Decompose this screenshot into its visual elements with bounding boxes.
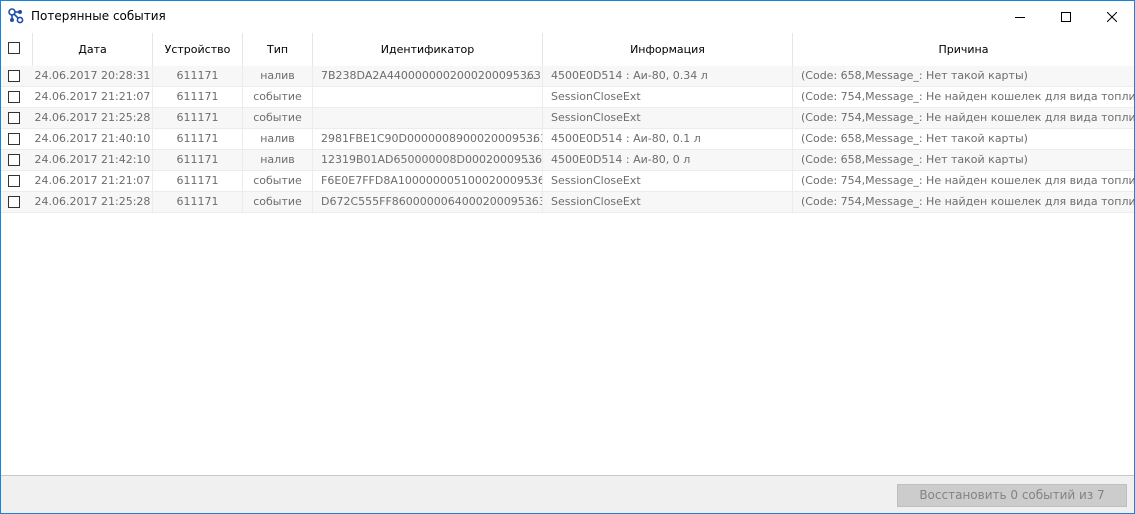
cell-reason: (Code: 754,Message_: Не найден кошелек д… — [801, 90, 1134, 103]
column-header-device[interactable]: Устройство — [153, 33, 243, 66]
close-button[interactable] — [1089, 1, 1134, 32]
cell-type: событие — [243, 108, 313, 128]
window-title: Потерянные события — [31, 9, 166, 23]
column-header-type[interactable]: Тип — [243, 33, 313, 66]
cell-reason: (Code: 754,Message_: Не найден кошелек д… — [801, 195, 1134, 208]
cell-id: F6E0E7FFD8A1000000051000200095363... — [313, 171, 543, 191]
footer-bar: Восстановить 0 событий из 7 — [1, 475, 1134, 513]
cell-id-text: 12319B01AD650000008D000200095363 — [321, 153, 543, 166]
table-row[interactable]: 24.06.2017 21:25:28 611171 событие D672C… — [1, 192, 1134, 213]
cell-date: 24.06.2017 20:28:31 — [33, 66, 153, 86]
cell-id — [313, 108, 543, 128]
cell-date: 24.06.2017 21:42:10 — [33, 150, 153, 170]
cell-date: 24.06.2017 21:25:28 — [33, 192, 153, 212]
cell-date: 24.06.2017 21:40:10 — [33, 129, 153, 149]
cell-device: 611171 — [153, 108, 243, 128]
cell-date: 24.06.2017 21:25:28 — [33, 108, 153, 128]
cell-device: 611171 — [153, 87, 243, 107]
row-checkbox[interactable] — [8, 154, 20, 166]
cell-id — [313, 87, 543, 107]
cell-reason: (Code: 754,Message_: Не найден кошелек д… — [801, 111, 1134, 124]
cell-reason: (Code: 658,Message_: Нет такой карты) — [801, 69, 1028, 82]
cell-id: 12319B01AD650000008D000200095363... — [313, 150, 543, 170]
restore-events-button[interactable]: Восстановить 0 событий из 7 — [897, 484, 1127, 507]
cell-type: событие — [243, 171, 313, 191]
events-grid: Дата Устройство Тип Идентификатор Информ… — [1, 33, 1134, 475]
cell-id-ellipsis: ... — [525, 153, 537, 166]
column-header-info[interactable]: Информация — [543, 33, 793, 66]
minimize-button[interactable] — [997, 1, 1043, 32]
table-row[interactable]: 24.06.2017 21:42:10 611171 налив 12319B0… — [1, 150, 1134, 171]
cell-info: SessionCloseExt — [543, 108, 793, 128]
column-header-reason[interactable]: Причина — [793, 33, 1134, 66]
cell-id: 7B238DA2A4400000002000200095363... — [313, 66, 543, 86]
cell-type: событие — [243, 87, 313, 107]
cell-type: событие — [243, 192, 313, 212]
table-row[interactable]: 24.06.2017 20:28:31 611171 налив 7B238DA… — [1, 66, 1134, 87]
cell-info: 4500E0D514 : Аи-80, 0.1 л — [543, 129, 793, 149]
cell-id-text: F6E0E7FFD8A1000000051000200095363 — [321, 174, 543, 187]
cell-info: SessionCloseExt — [543, 171, 793, 191]
cell-device: 611171 — [153, 192, 243, 212]
close-icon — [1107, 11, 1117, 22]
cell-info: 4500E0D514 : Аи-80, 0.34 л — [543, 66, 793, 86]
column-header-id[interactable]: Идентификатор — [313, 33, 543, 66]
cell-id: 2981FBE1C90D00000089000200095363... — [313, 129, 543, 149]
cell-device: 611171 — [153, 171, 243, 191]
lost-events-window: Потерянные события Дата Устройство Тип И… — [0, 0, 1135, 514]
cell-device: 611171 — [153, 150, 243, 170]
cell-id-ellipsis: ... — [525, 132, 537, 145]
column-header-date[interactable]: Дата — [33, 33, 153, 66]
cell-type: налив — [243, 129, 313, 149]
table-row[interactable]: 24.06.2017 21:40:10 611171 налив 2981FBE… — [1, 129, 1134, 150]
network-nodes-icon — [8, 8, 24, 24]
row-checkbox[interactable] — [8, 133, 20, 145]
row-checkbox[interactable] — [8, 175, 20, 187]
select-all-checkbox[interactable] — [8, 42, 20, 54]
cell-device: 611171 — [153, 129, 243, 149]
row-checkbox[interactable] — [8, 112, 20, 124]
cell-id-text: 7B238DA2A4400000002000200095363 — [321, 69, 541, 82]
cell-date: 24.06.2017 21:21:07 — [33, 171, 153, 191]
cell-id: D672C555FF8600000064000200095363... — [313, 192, 543, 212]
row-checkbox[interactable] — [8, 196, 20, 208]
cell-id-ellipsis: ... — [525, 195, 537, 208]
cell-type: налив — [243, 150, 313, 170]
cell-id-ellipsis: ... — [525, 69, 537, 82]
row-checkbox[interactable] — [8, 91, 20, 103]
minimize-icon — [1015, 16, 1025, 18]
cell-reason: (Code: 658,Message_: Нет такой карты) — [801, 132, 1028, 145]
table-row[interactable]: 24.06.2017 21:21:07 611171 событие F6E0E… — [1, 171, 1134, 192]
cell-date: 24.06.2017 21:21:07 — [33, 87, 153, 107]
cell-info: SessionCloseExt — [543, 87, 793, 107]
cell-type: налив — [243, 66, 313, 86]
select-all-cell — [1, 33, 33, 66]
cell-id-ellipsis: ... — [525, 174, 537, 187]
grid-header: Дата Устройство Тип Идентификатор Информ… — [1, 33, 1134, 67]
table-row[interactable]: 24.06.2017 21:21:07 611171 событие Sessi… — [1, 87, 1134, 108]
maximize-icon — [1061, 11, 1071, 22]
cell-reason: (Code: 658,Message_: Нет такой карты) — [801, 153, 1028, 166]
row-checkbox[interactable] — [8, 70, 20, 82]
cell-info: 4500E0D514 : Аи-80, 0 л — [543, 150, 793, 170]
cell-id-text: D672C555FF8600000064000200095363 — [321, 195, 543, 208]
cell-device: 611171 — [153, 66, 243, 86]
title-bar[interactable]: Потерянные события — [1, 1, 1134, 32]
cell-reason: (Code: 754,Message_: Не найден кошелек д… — [801, 174, 1134, 187]
maximize-button[interactable] — [1043, 1, 1089, 32]
cell-id-text: 2981FBE1C90D00000089000200095363 — [321, 132, 543, 145]
table-row[interactable]: 24.06.2017 21:25:28 611171 событие Sessi… — [1, 108, 1134, 129]
cell-info: SessionCloseExt — [543, 192, 793, 212]
